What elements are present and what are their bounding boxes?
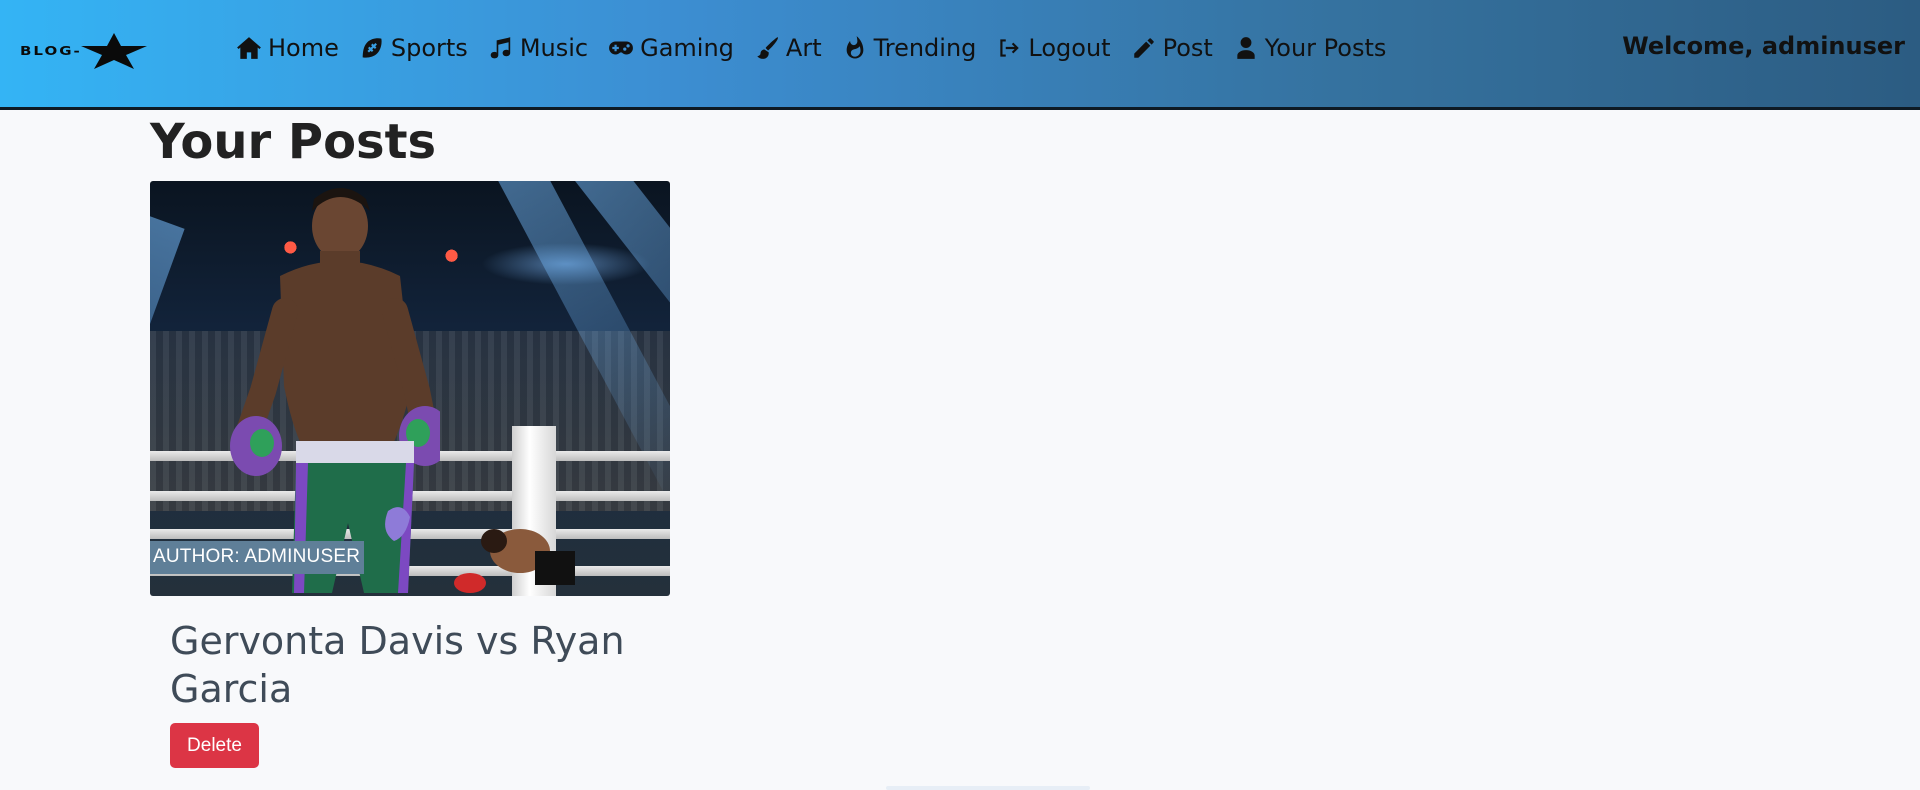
opponent-figure <box>454 529 575 593</box>
nav-item-gaming[interactable]: Gaming <box>608 26 734 70</box>
music-note-icon <box>488 35 514 61</box>
pencil-icon <box>1131 35 1157 61</box>
nav-label-sports: Sports <box>390 34 468 62</box>
football-icon <box>359 35 385 61</box>
nav-item-home[interactable]: Home <box>236 26 339 70</box>
brand-logo[interactable]: BLOG- <box>20 32 206 70</box>
welcome-message: Welcome, adminuser <box>1622 32 1905 60</box>
nav-item-sports[interactable]: Sports <box>359 26 468 70</box>
nav-item-logout[interactable]: Logout <box>996 26 1111 70</box>
nav-label-gaming: Gaming <box>640 34 734 62</box>
main-nav: Home Sports Music Gaming Art Trending Lo… <box>236 26 1406 70</box>
top-navbar: BLOG- Home Sports Music Gaming Art Trend… <box>0 0 1920 110</box>
brand-text: BLOG- <box>20 43 82 59</box>
home-icon <box>236 35 262 61</box>
post-author-tag: AUTHOR: ADMINUSER <box>150 541 365 574</box>
nav-label-your-posts: Your Posts <box>1264 34 1387 62</box>
gamepad-icon <box>608 35 634 61</box>
nav-item-music[interactable]: Music <box>488 26 588 70</box>
post-image[interactable]: AUTHOR: ADMINUSER <box>150 181 670 596</box>
nav-label-art: Art <box>785 34 822 62</box>
delete-post-button[interactable]: Delete <box>170 723 259 768</box>
page-title: Your Posts <box>150 114 437 170</box>
nav-item-your-posts[interactable]: Your Posts <box>1233 26 1387 70</box>
post-card: AUTHOR: ADMINUSER Gervonta Davis vs Ryan… <box>150 181 670 768</box>
nav-label-music: Music <box>519 34 589 62</box>
boxer-figure <box>230 188 440 593</box>
nav-item-art[interactable]: Art <box>754 26 822 70</box>
nav-item-post[interactable]: Post <box>1131 26 1213 70</box>
paintbrush-icon <box>754 35 780 61</box>
nav-label-trending: Trending <box>873 34 977 62</box>
nav-label-post: Post <box>1162 34 1213 62</box>
nav-item-trending[interactable]: Trending <box>842 26 977 70</box>
post-title[interactable]: Gervonta Davis vs Ryan Garcia <box>170 617 650 713</box>
footer-edge <box>886 786 1090 790</box>
nav-label-logout: Logout <box>1028 34 1111 62</box>
sign-out-icon <box>996 35 1022 61</box>
user-icon <box>1233 35 1259 61</box>
flame-icon <box>842 35 868 61</box>
star-icon <box>80 33 147 69</box>
nav-label-home: Home <box>268 34 339 62</box>
